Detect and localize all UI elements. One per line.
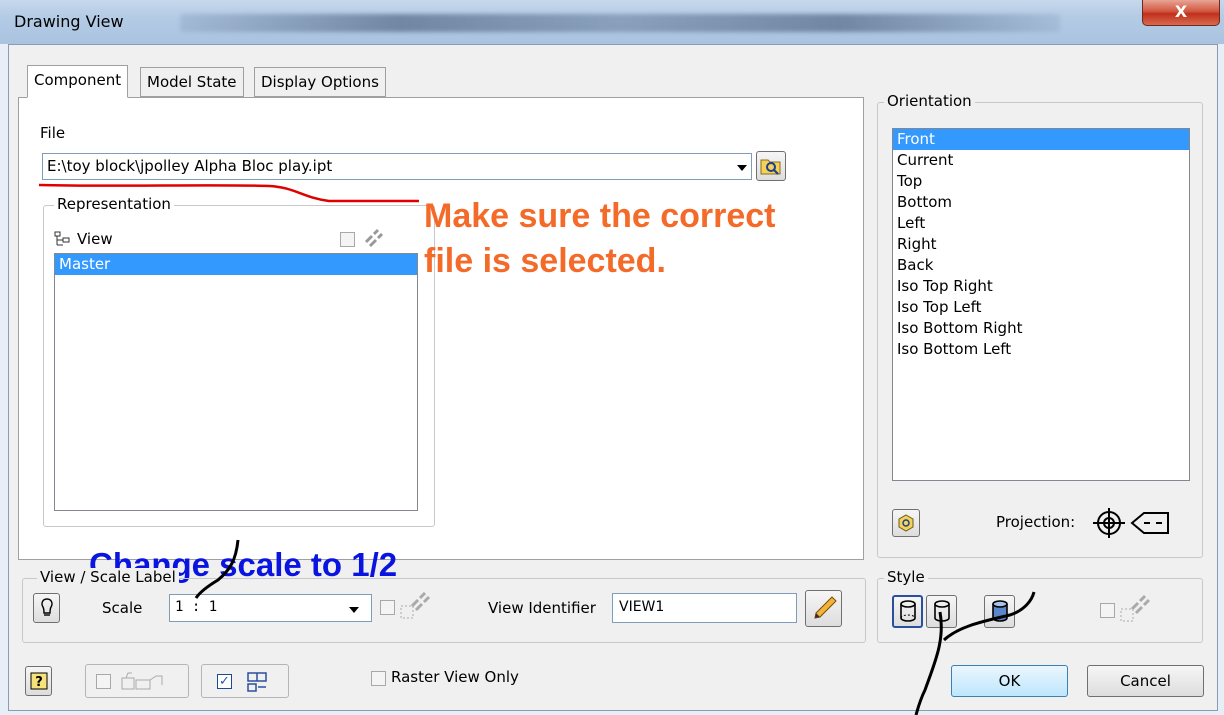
tab-display-options[interactable]: Display Options [254, 67, 386, 97]
section-checkbox[interactable] [96, 674, 111, 689]
scale-value: 1 : 1 [175, 599, 218, 615]
ok-button[interactable]: OK [951, 665, 1068, 697]
window-title: Drawing View [14, 12, 124, 31]
orientation-group: Orientation Front Current Top Bottom Lef… [877, 92, 1203, 558]
edit-view-label-button[interactable] [805, 590, 842, 627]
folder-open-icon [760, 159, 781, 175]
component-tab-panel: File E:\toy block\jpolley Alpha Bloc pla… [18, 97, 864, 583]
style-hidden-line-removed-button[interactable] [926, 595, 957, 628]
representation-label: Representation [54, 195, 174, 213]
cylinder-icon [933, 600, 950, 622]
orientation-item-bottom[interactable]: Bottom [893, 192, 1189, 213]
view-tree-icon [54, 231, 70, 246]
orientation-item-top[interactable]: Top [893, 171, 1189, 192]
link-disabled-icon [400, 592, 431, 619]
chevron-down-icon [737, 165, 747, 171]
view-identifier-value: VIEW1 [619, 599, 665, 615]
scale-label-checkbox[interactable] [380, 600, 395, 615]
tab-component[interactable]: Component [27, 65, 129, 98]
cylinder-shaded-icon [991, 600, 1008, 622]
orientation-item-front[interactable]: Front [893, 129, 1189, 150]
view-association-checkbox[interactable] [340, 232, 355, 247]
style-label: Style [884, 568, 928, 586]
link-disabled-icon [1120, 595, 1151, 622]
scale-combo[interactable]: 1 : 1 [169, 594, 372, 622]
break-view-icon [247, 672, 267, 692]
drawing-view-dialog: Component Model State Display Options Fi… [8, 44, 1218, 711]
style-hidden-line-button[interactable] [892, 595, 923, 628]
file-note-line-1: Make sure the correct [424, 197, 776, 235]
list-item-master[interactable]: Master [55, 254, 417, 275]
section-options-group [85, 664, 189, 698]
style-shaded-button[interactable] [984, 595, 1015, 628]
file-combo[interactable]: E:\toy block\jpolley Alpha Bloc play.ipt [42, 153, 752, 180]
orientation-item-iso-top-left[interactable]: Iso Top Left [893, 297, 1189, 318]
view-scale-label: View / Scale Label [37, 568, 179, 586]
view-label: View [77, 230, 113, 248]
orientation-item-right[interactable]: Right [893, 234, 1189, 255]
help-button[interactable]: ? [25, 666, 52, 696]
orientation-item-iso-top-right[interactable]: Iso Top Right [893, 276, 1189, 297]
raster-view-label: Raster View Only [391, 668, 519, 686]
custom-view-icon [898, 514, 914, 532]
custom-view-button[interactable] [892, 509, 920, 537]
orientation-list[interactable]: Front Current Top Bottom Left Right Back… [892, 128, 1190, 481]
scale-label: Scale [102, 599, 143, 617]
orientation-item-iso-bottom-right[interactable]: Iso Bottom Right [893, 318, 1189, 339]
title-bar: Drawing View X [0, 0, 1224, 44]
browse-file-button[interactable] [756, 151, 786, 181]
link-disabled-icon [364, 228, 384, 248]
view-identifier-input[interactable]: VIEW1 [612, 593, 797, 623]
representation-group: Representation View Master [43, 195, 435, 527]
projection-type-icon[interactable] [1092, 505, 1176, 541]
toggle-label-visibility-button[interactable] [33, 593, 60, 623]
file-note-line-2: file is selected. [424, 242, 666, 280]
help-icon: ? [30, 672, 47, 690]
view-scale-label-group: View / Scale Label Scale 1 : 1 View Iden… [22, 568, 866, 643]
style-group: Style [877, 568, 1203, 643]
orientation-item-current[interactable]: Current [893, 150, 1189, 171]
raster-view-checkbox[interactable] [371, 671, 386, 686]
orientation-item-iso-bottom-left[interactable]: Iso Bottom Left [893, 339, 1189, 360]
break-options-group: ✓ [201, 664, 289, 698]
close-button[interactable]: X [1142, 0, 1220, 26]
section-view-icon [121, 672, 163, 690]
view-identifier-label: View Identifier [488, 599, 596, 617]
pencil-icon [813, 596, 837, 619]
orientation-label: Orientation [884, 92, 975, 110]
chevron-down-icon [349, 607, 359, 613]
cancel-button[interactable]: Cancel [1087, 665, 1204, 697]
file-label: File [40, 124, 66, 142]
blurred-ribbon-background [180, 14, 1060, 32]
bulb-icon [40, 598, 53, 616]
svg-text:?: ? [35, 675, 43, 690]
style-association-checkbox[interactable] [1100, 603, 1115, 618]
orientation-item-left[interactable]: Left [893, 213, 1189, 234]
orientation-item-back[interactable]: Back [893, 255, 1189, 276]
projection-label: Projection: [996, 513, 1076, 531]
tab-model-state[interactable]: Model State [140, 67, 244, 97]
cylinder-hidden-lines-icon [899, 600, 916, 622]
break-checkbox[interactable]: ✓ [217, 674, 232, 689]
file-path-value: E:\toy block\jpolley Alpha Bloc play.ipt [47, 157, 333, 175]
representation-list[interactable]: Master [54, 253, 418, 511]
